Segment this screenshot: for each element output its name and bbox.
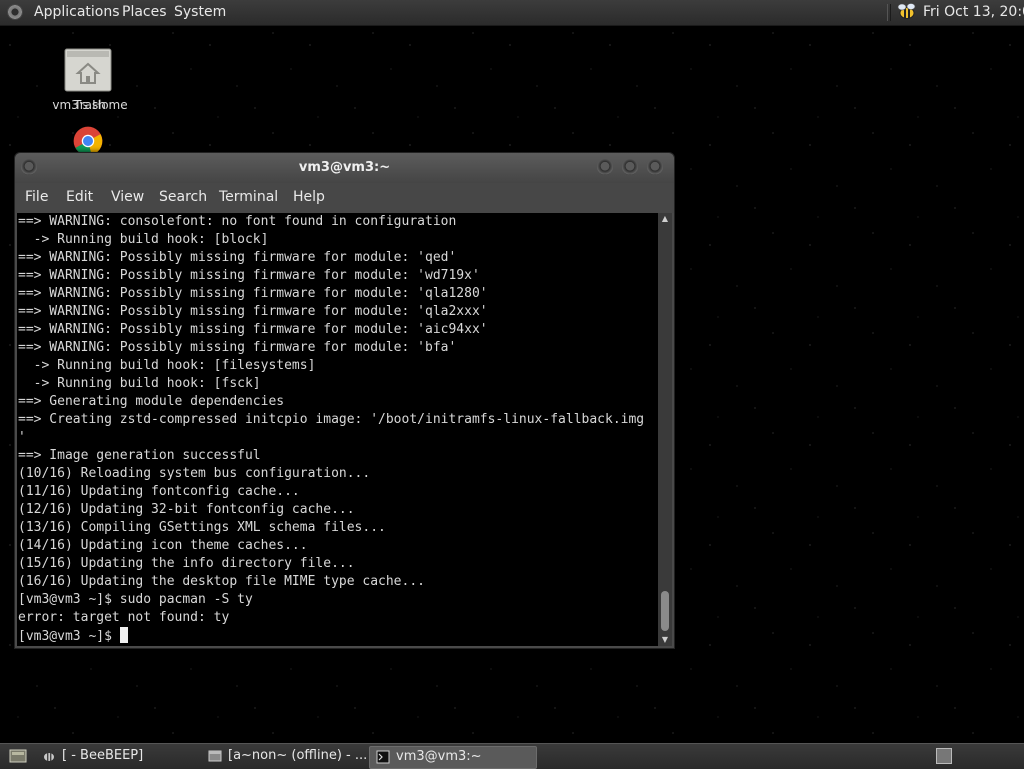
terminal-line: ==> WARNING: Possibly missing firmware f… bbox=[18, 322, 488, 337]
terminal-line: ==> Generating module dependencies bbox=[18, 394, 285, 409]
terminal-output[interactable]: ==> WARNING: consolefont: no font found … bbox=[17, 213, 658, 646]
panel-separator bbox=[887, 4, 891, 21]
terminal-line: -> Running build hook: [block] bbox=[18, 232, 269, 247]
home-folder-icon[interactable] bbox=[64, 47, 112, 93]
terminal-line: (12/16) Updating 32-bit fontconfig cache… bbox=[18, 502, 355, 517]
terminal-line: ==> WARNING: Possibly missing firmware f… bbox=[18, 304, 488, 319]
terminal-app-icon bbox=[376, 750, 390, 764]
taskbar-item-beebeep[interactable]: [ - BeeBEEP] bbox=[36, 746, 202, 767]
terminal-line: (14/16) Updating icon theme caches... bbox=[18, 538, 308, 553]
top-panel: Applications Places System Fri Oct 13, 2… bbox=[0, 0, 1024, 26]
bottom-taskbar: [ - BeeBEEP] [a~non~ (offline) - ... vm3… bbox=[0, 743, 1024, 769]
menu-help[interactable]: Help bbox=[293, 189, 325, 205]
terminal-line: ==> Creating zstd-compressed initcpio im… bbox=[18, 412, 645, 427]
maximize-button[interactable] bbox=[622, 159, 638, 175]
terminal-cursor bbox=[119, 627, 128, 643]
taskbar-item-offline[interactable]: [a~non~ (offline) - ... bbox=[202, 746, 368, 767]
window-title: vm3@vm3:~ bbox=[298, 160, 391, 175]
terminal-line: ==> WARNING: Possibly missing firmware f… bbox=[18, 250, 457, 265]
window-titlebar[interactable]: vm3@vm3:~ bbox=[15, 153, 674, 183]
terminal-window[interactable]: vm3@vm3:~ File Edit View Search Terminal… bbox=[14, 152, 675, 649]
terminal-line: ==> WARNING: Possibly missing firmware f… bbox=[18, 286, 488, 301]
terminal-line: (15/16) Updating the info directory file… bbox=[18, 556, 355, 571]
terminal-prompt: [vm3@vm3 ~]$ bbox=[18, 629, 120, 644]
menu-view[interactable]: View bbox=[111, 189, 144, 205]
terminal-line: error: target not found: ty bbox=[18, 610, 230, 625]
trash-icon-label: Trash bbox=[74, 98, 106, 112]
minimize-button[interactable] bbox=[597, 159, 613, 175]
menu-edit[interactable]: Edit bbox=[66, 189, 93, 205]
close-button[interactable] bbox=[647, 159, 663, 175]
window-app-icon bbox=[208, 750, 222, 762]
menu-terminal[interactable]: Terminal bbox=[219, 189, 278, 205]
scroll-down-arrow-icon[interactable]: ▼ bbox=[658, 634, 672, 646]
panel-clock[interactable]: Fri Oct 13, 20:00 bbox=[923, 4, 1024, 20]
taskbar-item-label: [a~non~ (offline) - ... bbox=[228, 748, 368, 763]
applications-menu[interactable]: Applications bbox=[34, 4, 120, 20]
terminal-line: (11/16) Updating fontconfig cache... bbox=[18, 484, 300, 499]
distro-logo-icon[interactable] bbox=[7, 4, 23, 20]
scroll-thumb[interactable] bbox=[661, 591, 669, 631]
show-desktop-icon[interactable] bbox=[9, 749, 27, 763]
menu-search[interactable]: Search bbox=[159, 189, 207, 205]
bee-tray-icon[interactable] bbox=[896, 3, 918, 21]
scroll-up-arrow-icon[interactable]: ▲ bbox=[658, 213, 672, 225]
bee-app-icon bbox=[44, 753, 54, 761]
terminal-line: [vm3@vm3 ~]$ sudo pacman -S ty bbox=[18, 592, 253, 607]
taskbar-item-label: [ - BeeBEEP] bbox=[62, 748, 144, 763]
taskbar-item-label: vm3@vm3:~ bbox=[396, 749, 482, 764]
terminal-scrollbar[interactable]: ▲ ▼ bbox=[658, 213, 672, 646]
terminal-text: ==> WARNING: consolefont: no font found … bbox=[17, 213, 658, 646]
terminal-line: ' bbox=[18, 430, 26, 445]
terminal-line: ==> Image generation successful bbox=[18, 448, 261, 463]
terminal-line: -> Running build hook: [filesystems] bbox=[18, 358, 316, 373]
terminal-prompt-line: [vm3@vm3 ~]$ bbox=[18, 627, 658, 646]
taskbar-item-terminal[interactable]: vm3@vm3:~ bbox=[369, 746, 537, 769]
terminal-line: ==> WARNING: Possibly missing firmware f… bbox=[18, 268, 480, 283]
terminal-line: ==> WARNING: consolefont: no font found … bbox=[18, 214, 457, 229]
terminal-line: (16/16) Updating the desktop file MIME t… bbox=[18, 574, 425, 589]
system-menu[interactable]: System bbox=[174, 4, 226, 20]
terminal-line: (10/16) Reloading system bus configurati… bbox=[18, 466, 371, 481]
terminal-line: ==> WARNING: Possibly missing firmware f… bbox=[18, 340, 457, 355]
workspace-switcher[interactable] bbox=[936, 748, 952, 764]
terminal-menubar: File Edit View Search Terminal Help bbox=[15, 183, 674, 213]
terminal-line: -> Running build hook: [fsck] bbox=[18, 376, 261, 391]
menu-file[interactable]: File bbox=[25, 189, 48, 205]
places-menu[interactable]: Places bbox=[122, 4, 167, 20]
terminal-line: (13/16) Compiling GSettings XML schema f… bbox=[18, 520, 386, 535]
